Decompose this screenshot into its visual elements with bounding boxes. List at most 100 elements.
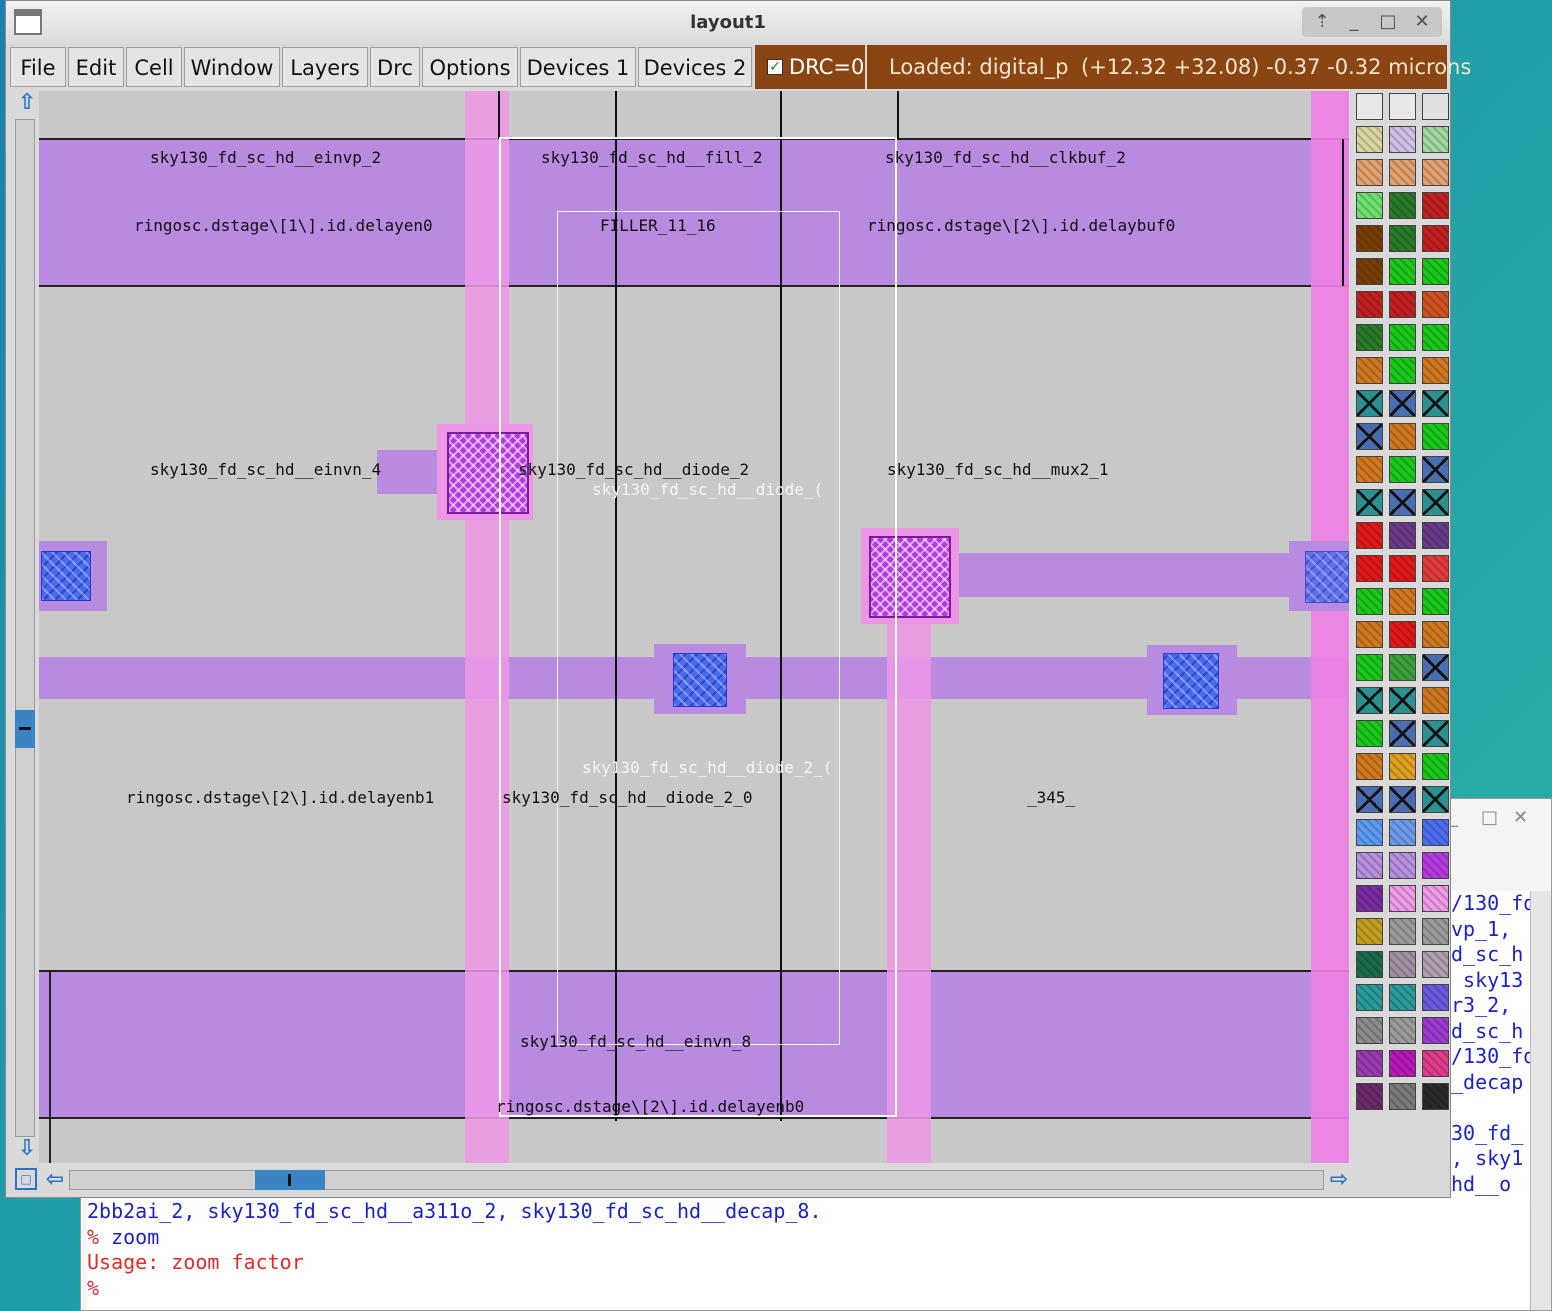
layer-swatch[interactable] <box>1422 522 1449 549</box>
layer-swatch[interactable] <box>1356 588 1383 615</box>
zoom-box-icon[interactable]: □ <box>15 1168 37 1190</box>
layer-swatch[interactable] <box>1422 159 1449 186</box>
horizontal-scrollbar[interactable]: □ ⇦ ⇨ <box>9 1165 1364 1195</box>
layer-swatch[interactable] <box>1389 555 1416 582</box>
layer-swatch[interactable] <box>1356 456 1383 483</box>
layer-swatch[interactable] <box>1422 819 1449 846</box>
layer-swatch[interactable] <box>1356 1083 1383 1110</box>
layer-swatch[interactable] <box>1422 357 1449 384</box>
layer-swatch[interactable] <box>1389 852 1416 879</box>
layer-swatch[interactable] <box>1389 390 1416 417</box>
menu-layers[interactable]: Layers <box>282 47 368 87</box>
menu-file[interactable]: File <box>10 47 66 87</box>
layer-swatch[interactable] <box>1389 225 1416 252</box>
layer-swatch[interactable] <box>1389 258 1416 285</box>
layer-swatch[interactable] <box>1356 423 1383 450</box>
scroll-up-icon[interactable]: ⇧ <box>15 91 39 115</box>
scroll-down-icon[interactable]: ⇩ <box>15 1137 39 1161</box>
menu-devices-1[interactable]: Devices 1 <box>520 47 636 87</box>
vertical-scroll-thumb[interactable] <box>15 710 35 748</box>
layer-swatch[interactable] <box>1422 225 1449 252</box>
horizontal-scroll-thumb[interactable] <box>255 1170 325 1190</box>
layer-swatch[interactable] <box>1389 951 1416 978</box>
layer-swatch[interactable] <box>1389 1017 1416 1044</box>
layer-swatch[interactable] <box>1389 687 1416 714</box>
layer-swatch[interactable] <box>1422 291 1449 318</box>
shade-up-icon[interactable]: ⇡ <box>1308 9 1336 35</box>
layer-swatch[interactable] <box>1356 258 1383 285</box>
layer-swatch[interactable] <box>1422 885 1449 912</box>
layer-swatch[interactable] <box>1389 588 1416 615</box>
checkbox-icon[interactable]: ✓ <box>767 59 783 75</box>
close-icon[interactable]: ✕ <box>1408 9 1436 35</box>
layer-swatch[interactable] <box>1356 555 1383 582</box>
layer-swatch[interactable] <box>1389 159 1416 186</box>
layer-swatch[interactable] <box>1422 126 1449 153</box>
layer-swatch[interactable] <box>1389 357 1416 384</box>
vertical-scroll-track[interactable] <box>15 119 35 1137</box>
layer-swatch[interactable] <box>1356 489 1383 516</box>
menu-options[interactable]: Options <box>422 47 518 87</box>
menu-drc[interactable]: Drc <box>370 47 420 87</box>
layer-swatch[interactable] <box>1389 885 1416 912</box>
layer-swatch[interactable] <box>1389 93 1416 120</box>
menu-window[interactable]: Window <box>184 47 280 87</box>
layer-swatch[interactable] <box>1389 456 1416 483</box>
layer-swatch[interactable] <box>1422 1017 1449 1044</box>
layer-swatch[interactable] <box>1422 852 1449 879</box>
layer-swatch[interactable] <box>1389 654 1416 681</box>
layer-swatch[interactable] <box>1422 654 1449 681</box>
layer-swatch[interactable] <box>1422 93 1449 120</box>
layer-swatch[interactable] <box>1389 324 1416 351</box>
layer-swatch[interactable] <box>1356 918 1383 945</box>
minimize-icon[interactable]: _ <box>1340 9 1368 35</box>
layer-swatch[interactable] <box>1422 588 1449 615</box>
layer-swatch[interactable] <box>1422 390 1449 417</box>
layer-swatch[interactable] <box>1389 489 1416 516</box>
layer-swatch[interactable] <box>1422 324 1449 351</box>
layer-swatch[interactable] <box>1389 621 1416 648</box>
layout-canvas[interactable]: sky130_fd_sc_hd__einvp_2 sky130_fd_sc_hd… <box>39 91 1349 1163</box>
layer-swatch[interactable] <box>1422 489 1449 516</box>
layer-swatch[interactable] <box>1356 126 1383 153</box>
layer-swatch[interactable] <box>1356 819 1383 846</box>
layer-swatch[interactable] <box>1389 126 1416 153</box>
layer-swatch[interactable] <box>1356 225 1383 252</box>
layer-swatch[interactable] <box>1356 357 1383 384</box>
layer-swatch[interactable] <box>1389 918 1416 945</box>
layer-swatch[interactable] <box>1422 555 1449 582</box>
layer-swatch[interactable] <box>1422 423 1449 450</box>
layer-swatch[interactable] <box>1356 93 1383 120</box>
layer-swatch[interactable] <box>1389 192 1416 219</box>
layer-swatch[interactable] <box>1356 1017 1383 1044</box>
layer-swatch[interactable] <box>1356 720 1383 747</box>
layer-swatch[interactable] <box>1356 753 1383 780</box>
drc-toggle[interactable]: ✓ DRC=0 <box>755 45 865 89</box>
layer-swatch[interactable] <box>1422 258 1449 285</box>
layer-swatch[interactable] <box>1356 786 1383 813</box>
layer-swatch[interactable] <box>1389 786 1416 813</box>
layer-swatch[interactable] <box>1422 753 1449 780</box>
layer-swatch[interactable] <box>1389 720 1416 747</box>
layer-swatch[interactable] <box>1389 1083 1416 1110</box>
layer-swatch[interactable] <box>1389 753 1416 780</box>
console-scrollbar[interactable] <box>1530 891 1551 1310</box>
layer-swatch[interactable] <box>1389 984 1416 1011</box>
layer-swatch[interactable] <box>1389 1050 1416 1077</box>
vertical-scrollbar[interactable]: ⇧ ⇩ <box>9 91 37 1163</box>
layer-swatch[interactable] <box>1356 522 1383 549</box>
layer-swatch[interactable] <box>1356 1050 1383 1077</box>
layer-swatch[interactable] <box>1422 918 1449 945</box>
layer-swatch[interactable] <box>1422 1050 1449 1077</box>
menu-edit[interactable]: Edit <box>68 47 124 87</box>
layer-swatch[interactable] <box>1356 390 1383 417</box>
layer-swatch[interactable] <box>1422 621 1449 648</box>
layer-swatch[interactable] <box>1389 819 1416 846</box>
layer-swatch[interactable] <box>1356 621 1383 648</box>
layer-swatch[interactable] <box>1422 984 1449 1011</box>
layer-swatch[interactable] <box>1356 852 1383 879</box>
menu-devices-2[interactable]: Devices 2 <box>638 47 752 87</box>
console-output[interactable]: 2bb2ai_2, sky130_fd_sc_hd__a311o_2, sky1… <box>87 1199 1529 1310</box>
layer-swatch[interactable] <box>1422 951 1449 978</box>
maximize-icon[interactable]: □ <box>1374 9 1402 35</box>
